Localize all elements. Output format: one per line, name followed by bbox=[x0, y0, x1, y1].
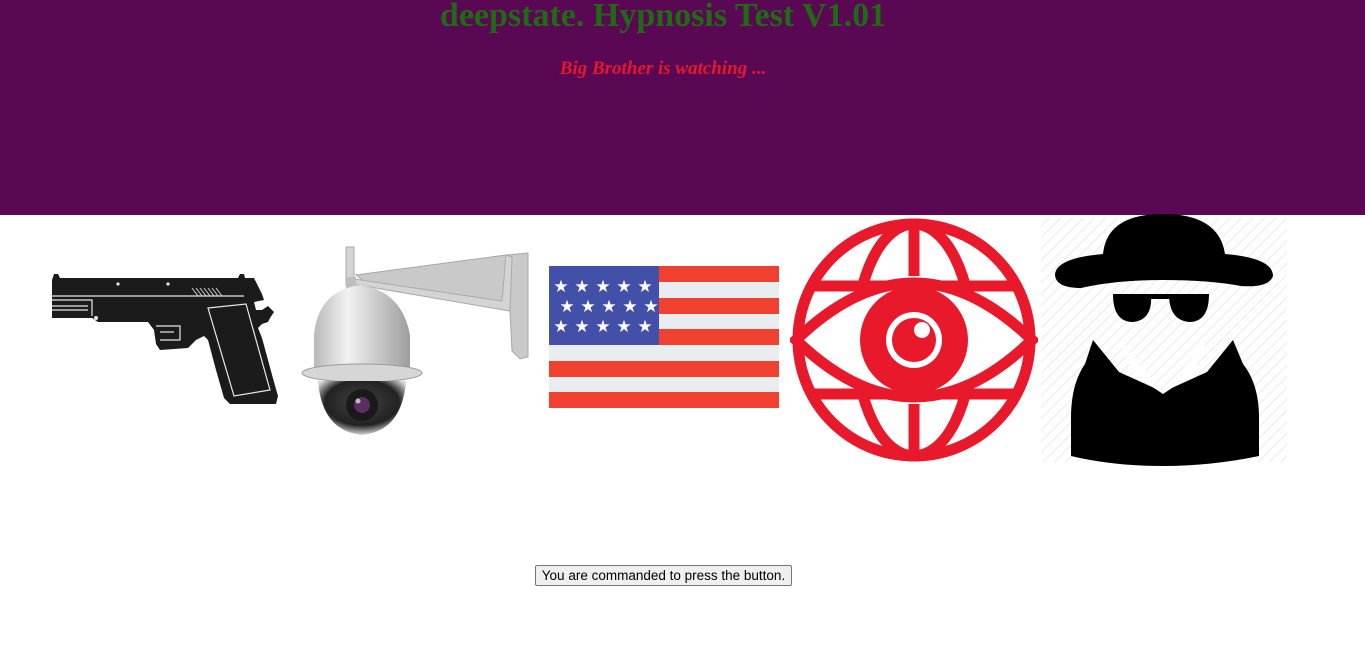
svg-text:★: ★ bbox=[616, 277, 631, 297]
pistol-icon bbox=[52, 274, 278, 404]
svg-text:★: ★ bbox=[574, 317, 589, 337]
header-banner: deepstate. Hypnosis Test V1.01 Big Broth… bbox=[0, 0, 1365, 215]
svg-text:★: ★ bbox=[595, 277, 610, 297]
page-title: deepstate. Hypnosis Test V1.01 bbox=[439, 0, 887, 34]
us-flag-icon: ★ ★ ★ ★ ★ ★ ★ ★ ★ ★ ★ ★ ★ ★ ★ bbox=[549, 266, 779, 408]
svg-text:★: ★ bbox=[622, 297, 637, 317]
svg-text:★: ★ bbox=[601, 297, 616, 317]
spy-agent-icon bbox=[1041, 214, 1287, 466]
svg-text:★: ★ bbox=[643, 297, 658, 317]
svg-text:★: ★ bbox=[559, 297, 574, 317]
svg-text:★: ★ bbox=[616, 317, 631, 337]
svg-text:★: ★ bbox=[553, 317, 568, 337]
svg-text:★: ★ bbox=[595, 317, 610, 337]
svg-text:★: ★ bbox=[574, 277, 589, 297]
svg-text:★: ★ bbox=[580, 297, 595, 317]
security-camera-icon bbox=[301, 246, 529, 435]
page-subtitle: Big Brother is watching ... bbox=[559, 58, 767, 79]
all-seeing-eye-globe-icon bbox=[790, 218, 1038, 462]
svg-text:★: ★ bbox=[637, 317, 652, 337]
svg-text:★: ★ bbox=[553, 277, 568, 297]
command-button[interactable]: You are commanded to press the button. bbox=[535, 565, 792, 586]
svg-text:★: ★ bbox=[637, 277, 652, 297]
